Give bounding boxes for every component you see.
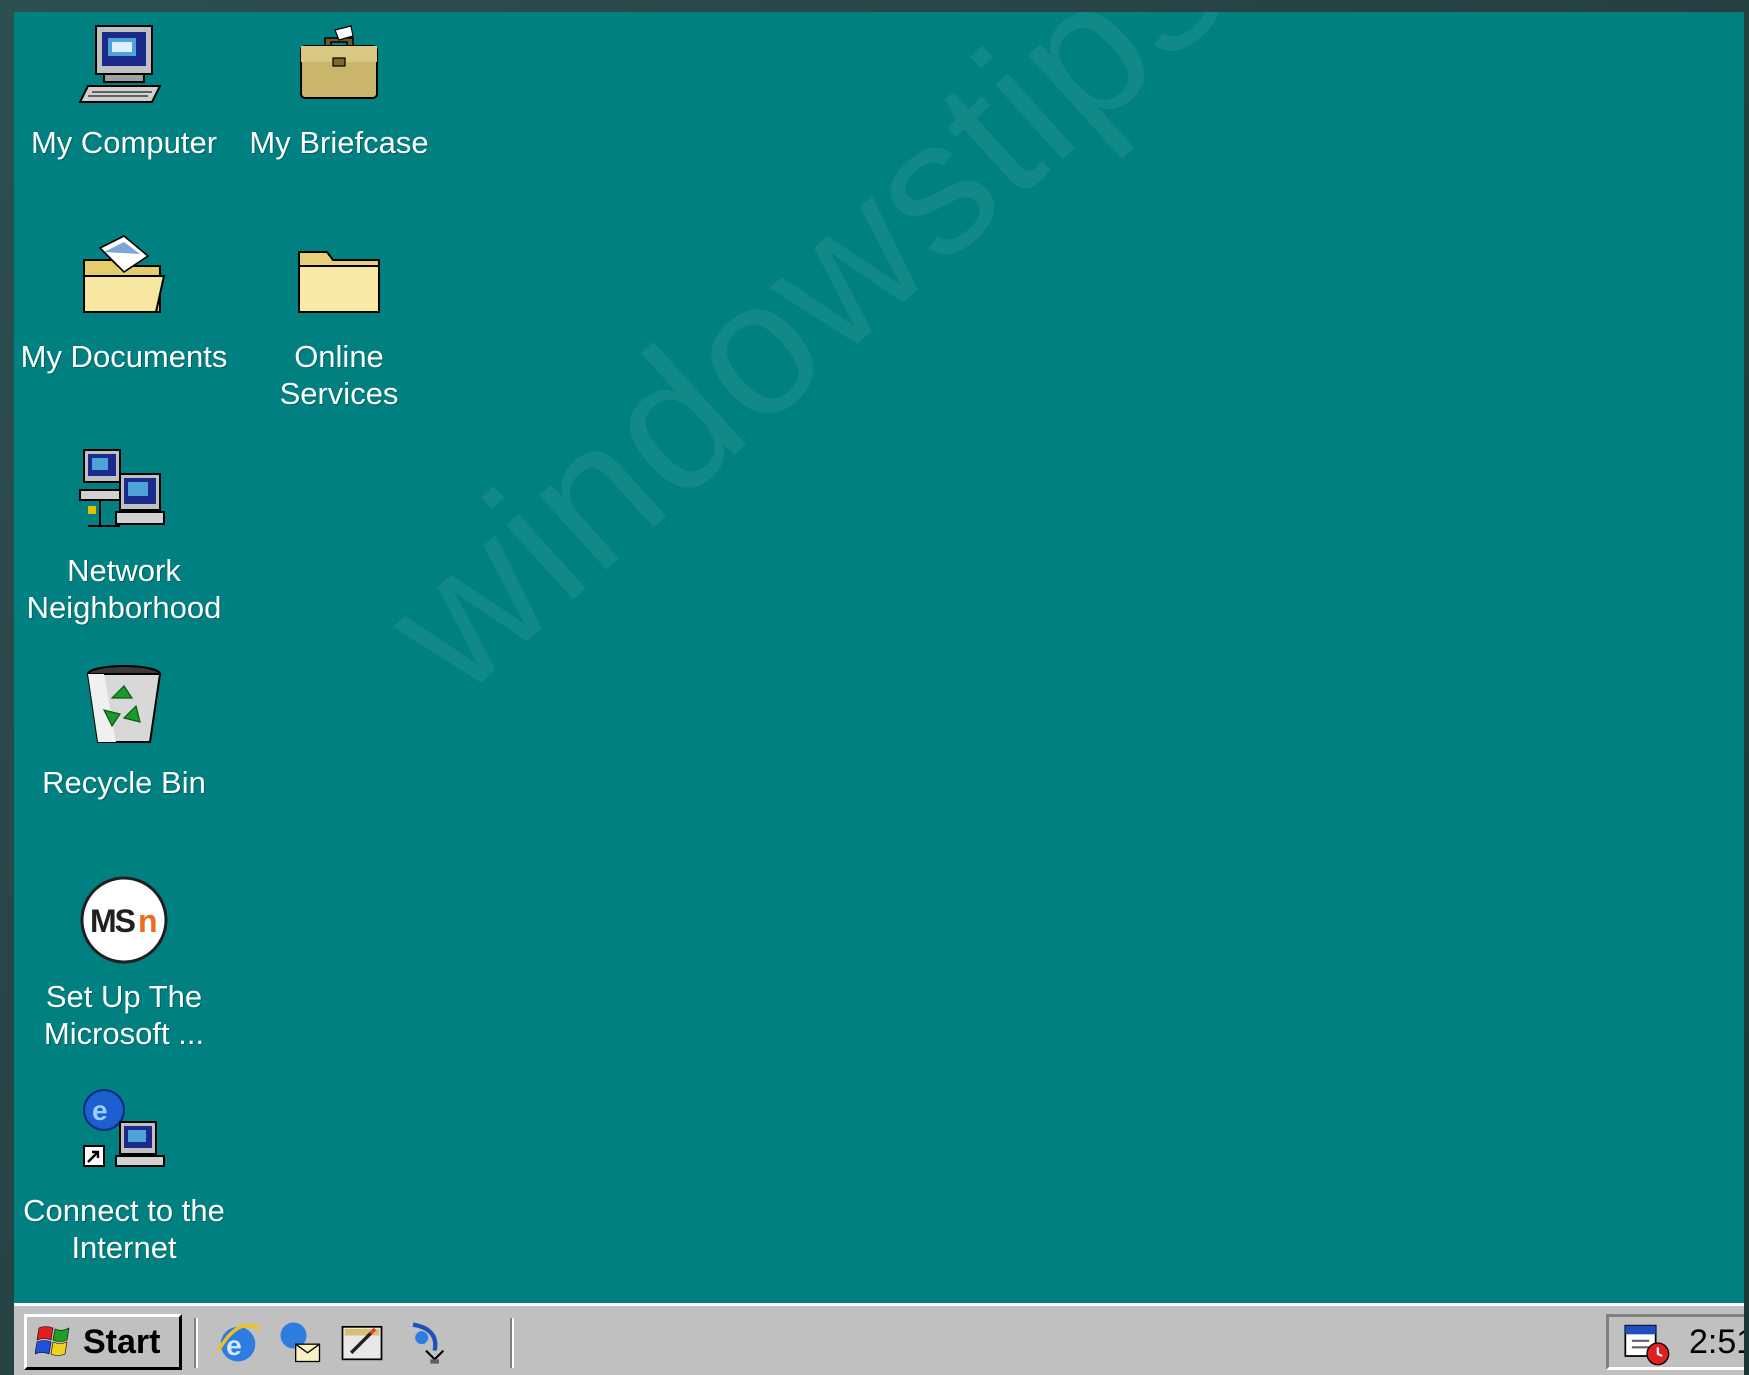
desktop-icon-label: My Briefcase: [249, 125, 429, 160]
msn-icon: MS n: [80, 876, 168, 964]
watermark: windowstips.ru: [346, 12, 1435, 732]
channels-icon: [412, 1322, 445, 1364]
desktop-icon-label: Connect to the Internet: [23, 1193, 225, 1265]
briefcase-icon: [300, 25, 378, 99]
quicklaunch-show-desktop[interactable]: [336, 1316, 388, 1368]
desktop-icon-msn-setup[interactable]: MS n Set Up The Microsoft ...: [19, 872, 229, 1052]
desktop-icon-my-computer[interactable]: My Computer: [19, 18, 229, 161]
outlook-express-icon: [280, 1322, 321, 1363]
taskbar: Start e 2:5: [14, 1303, 1744, 1375]
my-documents-icon: [83, 235, 166, 313]
system-tray: 2:51: [1606, 1314, 1744, 1370]
network-neighborhood-icon: [79, 449, 165, 527]
desktop-icon-recycle-bin[interactable]: Recycle Bin: [19, 658, 229, 801]
desktop-icon-label: Recycle Bin: [42, 765, 206, 800]
desktop-icon-my-documents[interactable]: My Documents: [19, 232, 229, 375]
desktop-icon-label: My Documents: [20, 339, 228, 374]
start-button[interactable]: Start: [24, 1314, 182, 1370]
desktop-icon-label: My Computer: [30, 125, 218, 160]
quicklaunch-internet-explorer[interactable]: e: [212, 1316, 264, 1368]
desktop-icon-label: Online Services: [279, 339, 399, 411]
recycle-bin-icon: [86, 665, 162, 743]
taskbar-separator: [194, 1318, 198, 1368]
show-desktop-icon: [341, 1325, 383, 1361]
desktop-icon-label: Network Neighborhood: [26, 553, 222, 625]
svg-text:e: e: [92, 1095, 108, 1126]
connect-internet-icon: e: [83, 1089, 165, 1167]
desktop-icon-connect-internet[interactable]: e Connect to the Internet: [19, 1086, 229, 1266]
quicklaunch-channels[interactable]: [400, 1316, 452, 1368]
desktop-icon-label: Set Up The Microsoft ...: [43, 979, 205, 1051]
internet-explorer-icon: e: [216, 1323, 261, 1362]
desktop-icon-online-services[interactable]: Online Services: [234, 232, 444, 412]
svg-text:n: n: [138, 903, 158, 939]
folder-icon: [298, 251, 380, 313]
windows-logo-icon: [35, 1326, 70, 1356]
start-button-label: Start: [83, 1322, 161, 1361]
scheduler-icon[interactable]: [1621, 1319, 1673, 1367]
desktop-icon-my-briefcase[interactable]: My Briefcase: [234, 18, 444, 161]
svg-text:MS: MS: [90, 903, 136, 939]
quicklaunch-outlook-express[interactable]: [274, 1316, 326, 1368]
desktop[interactable]: windowstips.ru My Computer My Briefcase: [14, 12, 1744, 1375]
taskbar-separator: [510, 1318, 514, 1368]
desktop-icon-network-neighborhood[interactable]: Network Neighborhood: [19, 446, 229, 626]
my-computer-icon: [78, 25, 162, 103]
tray-clock[interactable]: 2:51: [1689, 1323, 1744, 1362]
